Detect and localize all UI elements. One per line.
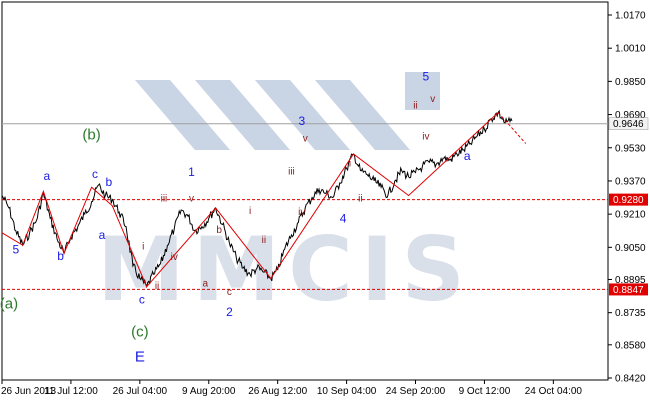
wave-label: iv bbox=[422, 131, 429, 142]
wave-label: v bbox=[430, 94, 435, 105]
y-tick-label: 0.9370 bbox=[615, 176, 646, 187]
y-tick-label: 0.8580 bbox=[615, 340, 646, 351]
y-tick-label: 0.8735 bbox=[615, 308, 646, 319]
wave-label: iv bbox=[171, 252, 178, 263]
wave-label: b bbox=[216, 225, 222, 236]
wave-label: c bbox=[139, 292, 145, 306]
wave-label: i bbox=[249, 206, 251, 217]
wave-label: i bbox=[349, 158, 351, 169]
level-badge-label: 0.9280 bbox=[613, 195, 644, 206]
wave-label: 4 bbox=[340, 211, 347, 225]
x-tick-label: 26 Aug 12:00 bbox=[248, 386, 307, 397]
x-axis: 26 Jun 201311 Jul 12:00 26 Jul 04:00 9 Aug… bbox=[1, 380, 582, 397]
wave-label: ii bbox=[262, 235, 266, 246]
wave-label: b bbox=[57, 249, 64, 263]
x-tick-label: 24 Oct 04:00 bbox=[525, 386, 583, 397]
x-tick-label: 24 Sep 20:00 bbox=[386, 386, 446, 397]
wave-label: a bbox=[99, 228, 106, 242]
wave-label: ii bbox=[358, 194, 362, 205]
x-tick-label: 9 Aug 20:00 bbox=[182, 386, 236, 397]
wave-label: iii bbox=[288, 167, 295, 178]
wave-label: a bbox=[43, 169, 50, 183]
y-tick-label: 0.8420 bbox=[615, 374, 646, 385]
wave-label: 5 bbox=[423, 69, 430, 83]
y-tick-label: 0.9530 bbox=[615, 143, 646, 154]
wave-label: ii bbox=[155, 281, 159, 292]
plot-frame bbox=[1, 1, 609, 381]
wave-label: (a) bbox=[0, 296, 18, 313]
y-tick-label: 1.0170 bbox=[615, 11, 646, 22]
current-price-label: 0.9646 bbox=[613, 119, 644, 130]
wave-label: a bbox=[464, 149, 471, 163]
wave-label: b bbox=[105, 175, 112, 189]
wave-label: iv bbox=[298, 207, 305, 218]
wave-label: i bbox=[142, 241, 144, 252]
wave-label: (b) bbox=[82, 126, 100, 143]
wave-label: 1 bbox=[188, 165, 195, 179]
forex-chart: MMCIS 1.01701.00100.98500.96900.95300.93… bbox=[0, 1, 649, 397]
wave-label: a bbox=[203, 279, 209, 290]
wave-label: c bbox=[227, 287, 232, 298]
x-tick-label: 9 Oct 12:00 bbox=[459, 386, 511, 397]
y-tick-label: 1.0010 bbox=[615, 44, 646, 55]
wave-label: 3 bbox=[298, 114, 305, 128]
level-badge-label: 0.8847 bbox=[613, 285, 644, 296]
y-tick-label: 0.9050 bbox=[615, 243, 646, 254]
wave-label: c bbox=[92, 167, 98, 181]
wave-label: v bbox=[303, 134, 308, 145]
wave-label: iii bbox=[161, 194, 168, 205]
wave-label: (c) bbox=[131, 324, 149, 341]
wave-label: E bbox=[135, 348, 145, 365]
wave-label: ii bbox=[413, 100, 417, 111]
y-tick-label: 0.9210 bbox=[615, 210, 646, 221]
y-tick-label: 0.9850 bbox=[615, 77, 646, 88]
wave-label: 2 bbox=[226, 305, 233, 319]
forecast-line bbox=[497, 112, 527, 144]
wave-label: v bbox=[189, 194, 194, 205]
watermark-text: MMCIS bbox=[97, 218, 473, 321]
x-tick-label: 10 Sep 04:00 bbox=[317, 386, 377, 397]
x-tick-label: 26 Jul 04:00 bbox=[113, 386, 168, 397]
x-tick-label: 11 Jul 12:00 bbox=[44, 386, 98, 397]
wave-label: 5 bbox=[12, 243, 19, 257]
